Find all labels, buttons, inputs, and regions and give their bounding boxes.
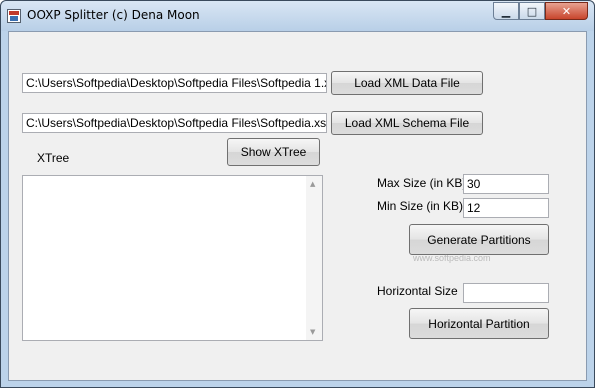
horizontal-size-label: Horizontal Size [377,284,458,298]
horizontal-size-input[interactable] [463,283,549,303]
minimize-button[interactable]: ▁ [493,2,519,20]
load-xml-schema-button[interactable]: Load XML Schema File [331,111,483,135]
horizontal-partition-button[interactable]: Horizontal Partition [409,308,549,339]
window-title: OOXP Splitter (c) Dena Moon [27,8,200,22]
app-window: OOXP Splitter (c) Dena Moon ▁ □ ✕ C:\Use… [0,0,595,388]
scroll-down-icon[interactable]: ▼ [310,328,315,336]
watermark-text: www.softpedia.com [413,253,491,263]
xtree-view[interactable]: ▲ ▼ [22,175,323,341]
xml-schema-path-input[interactable]: C:\Users\Softpedia\Desktop\Softpedia Fil… [22,113,327,133]
caption-buttons: ▁ □ ✕ [493,2,588,20]
app-icon[interactable] [7,9,21,23]
max-size-label: Max Size (in KB) [377,176,467,190]
maximize-icon: □ [526,4,538,18]
xtree-label: XTree [37,151,70,165]
load-xml-data-button[interactable]: Load XML Data File [331,71,483,95]
generate-partitions-button[interactable]: Generate Partitions [409,224,549,255]
close-icon: ✕ [561,4,572,18]
show-xtree-button[interactable]: Show XTree [227,138,320,166]
min-size-input[interactable]: 12 [463,198,549,218]
xtree-scrollbar[interactable]: ▲ ▼ [306,176,322,340]
minimize-icon: ▁ [501,4,511,18]
scroll-up-icon[interactable]: ▲ [310,180,315,188]
title-bar[interactable]: OOXP Splitter (c) Dena Moon ▁ □ ✕ [1,1,594,31]
max-size-input[interactable]: 30 [463,174,549,194]
min-size-label: Min Size (in KB) [377,199,464,213]
close-button[interactable]: ✕ [545,2,588,20]
maximize-button[interactable]: □ [519,2,545,20]
xml-data-path-input[interactable]: C:\Users\Softpedia\Desktop\Softpedia Fil… [22,73,327,93]
client-area: C:\Users\Softpedia\Desktop\Softpedia Fil… [8,31,587,381]
